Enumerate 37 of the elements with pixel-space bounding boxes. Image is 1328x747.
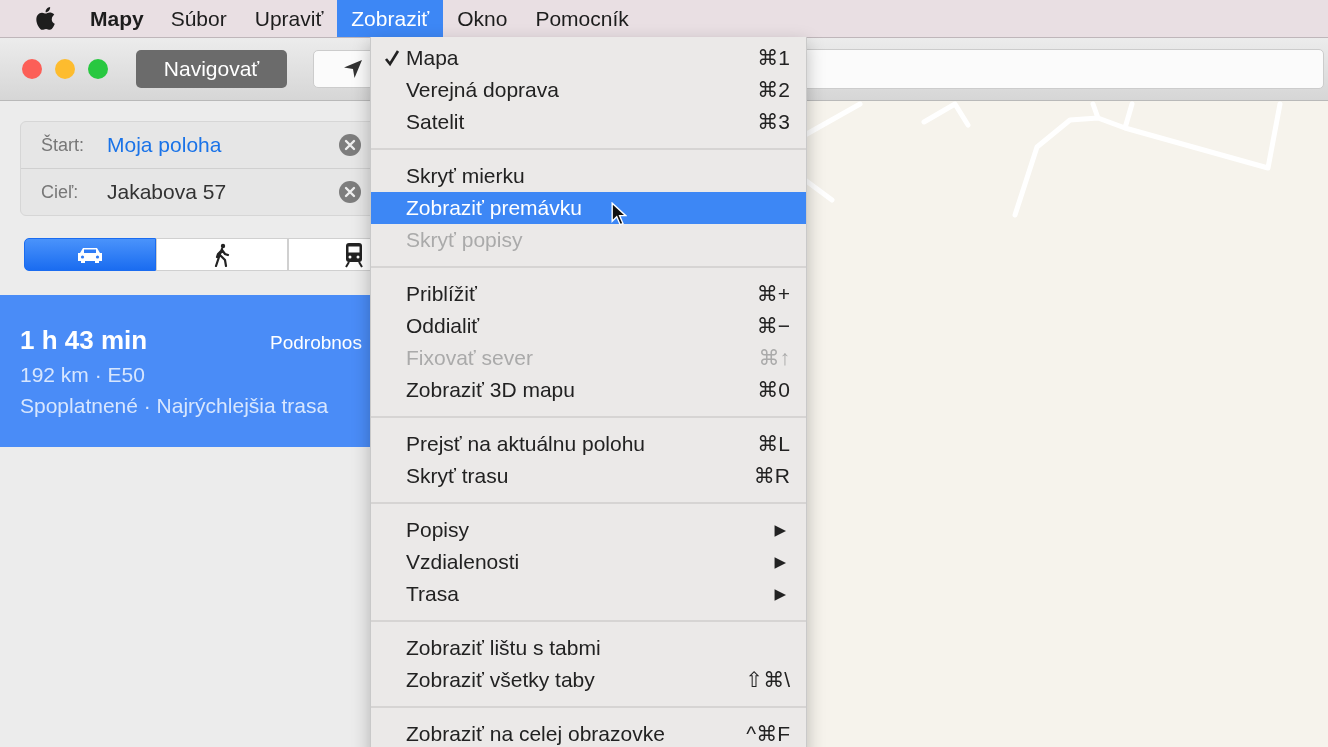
route-duration: 1 h 43 min [20,325,149,356]
keyboard-shortcut: ^⌘F [746,722,790,746]
keyboard-shortcut: ⌘1 [757,46,790,70]
menu-item-label: Mapa [406,46,459,70]
menu-item-label: Zobraziť 3D mapu [406,378,575,402]
menu-item-label: Zobraziť všetky taby [406,668,595,692]
menu-item-label: Popisy [406,518,470,542]
route-info: Spoplatnené · Najrýchlejšia trasa [20,394,330,418]
menu-item-label: Verejná doprava [406,78,559,102]
menu-item-label: Skryť mierku [406,164,525,188]
menu-item-label: Prejsť na aktuálnu polohu [406,432,646,456]
menu-item-label: Fixovať sever [406,346,533,370]
field-label: Cieľ: [41,181,80,203]
keyboard-shortcut: ⌘− [756,314,790,338]
menu-item-label: Satelit [406,110,465,134]
submenu-arrow: ▶ [774,521,786,539]
route-distance: 192 km · E50 [20,363,146,387]
menu-item-label: Zobraziť lištu s tabmi [406,636,601,660]
menu-item-label: Skryť popisy [406,228,523,252]
menu-item-label: Zobraziť na celej obrazovke [406,722,665,746]
field-label: Štart: [41,134,85,156]
menu-item-label: Zobraziť premávku [406,196,582,220]
submenu-arrow: ▶ [774,585,786,603]
keyboard-shortcut: ⌘2 [757,78,790,102]
menu-item-label: Priblížiť [406,282,477,306]
menu-item-label: Skryť trasu [406,464,509,488]
menu-item-label: Oddialiť [406,314,480,338]
keyboard-shortcut: ⌘↑ [758,346,790,370]
keyboard-shortcut: ⇧⌘\ [745,668,790,692]
keyboard-shortcut: ⌘R [753,464,790,488]
submenu-arrow: ▶ [774,553,786,571]
menu-item-label: Vzdialenosti [406,550,520,574]
keyboard-shortcut: ⌘3 [757,110,790,134]
keyboard-shortcut: ⌘L [757,432,790,456]
menu-item-label: Trasa [406,582,459,606]
keyboard-shortcut: ⌘0 [757,378,790,402]
keyboard-shortcut: ⌘+ [756,282,790,306]
